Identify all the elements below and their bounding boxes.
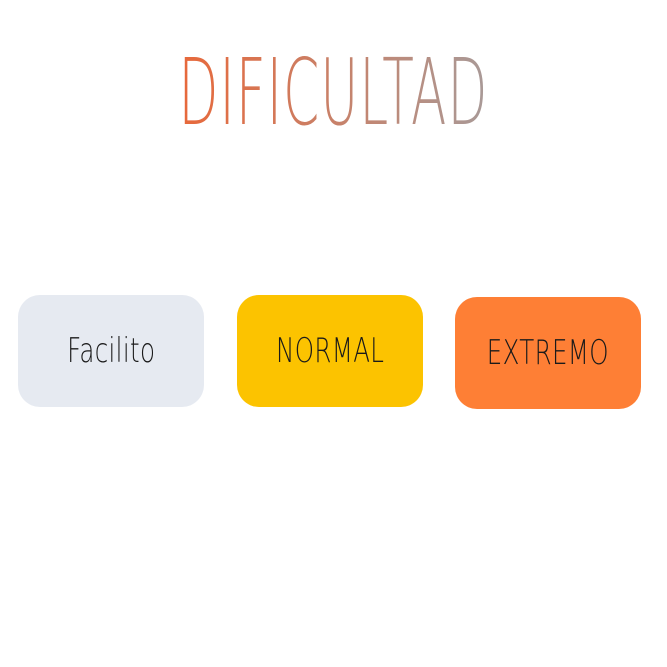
extreme-difficulty-button[interactable]: EXTREMO [455, 297, 641, 409]
title-text: DIFICULTAD [179, 39, 489, 146]
difficulty-title: DIFICULTAD [0, 36, 667, 146]
easy-difficulty-button[interactable]: Facilito [18, 295, 204, 407]
title-svg: DIFICULTAD [179, 39, 489, 146]
extreme-button-label: EXTREMO [486, 333, 610, 373]
normal-button-label: NORMAL [275, 331, 385, 371]
easy-button-label: Facilito [66, 331, 156, 371]
normal-difficulty-button[interactable]: NORMAL [237, 295, 423, 407]
